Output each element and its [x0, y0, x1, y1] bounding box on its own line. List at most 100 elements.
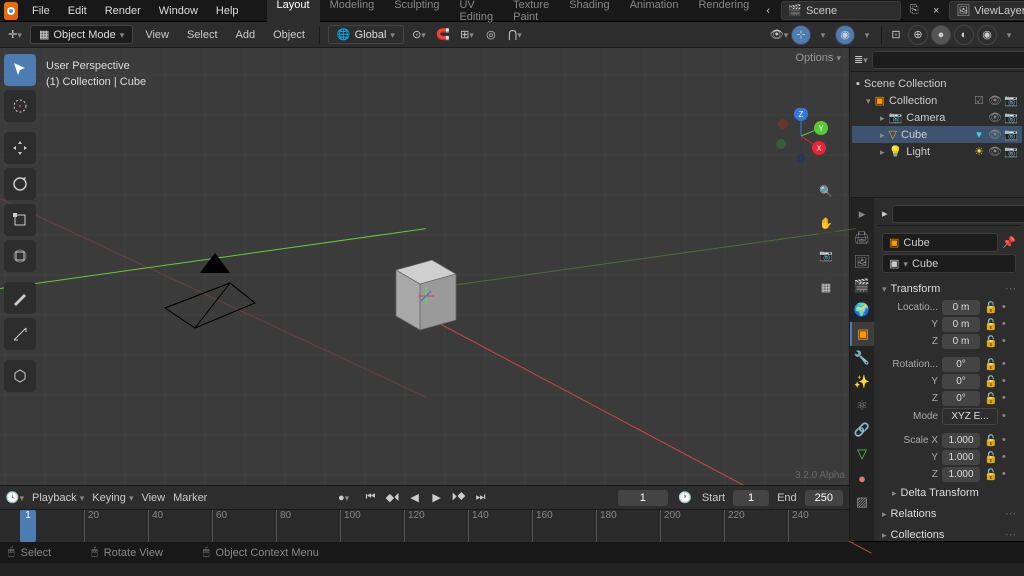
render-icon[interactable]: 📷 — [1004, 128, 1018, 141]
ptab-data[interactable]: ▽ — [850, 442, 874, 466]
tab-layout[interactable]: Layout — [267, 0, 320, 26]
clock-icon[interactable]: 🕐 — [676, 489, 694, 507]
expand-icon[interactable] — [880, 129, 885, 141]
ptab-material[interactable]: ● — [850, 466, 874, 490]
tool-measure[interactable] — [4, 318, 36, 350]
eye-icon[interactable]: 👁 — [988, 111, 1002, 124]
timeline-ruler[interactable]: 0204060801001201401601802002202401 — [0, 510, 849, 542]
lock-icon[interactable]: 🔓 — [984, 468, 998, 482]
gizmo-toggle[interactable]: ⊹ — [791, 25, 811, 45]
proportional-icon[interactable]: ◎ — [482, 26, 500, 44]
tl-playback[interactable]: Playback — [32, 492, 84, 504]
playhead[interactable]: 1 — [20, 510, 36, 542]
lock-icon[interactable]: 🔓 — [984, 335, 998, 349]
tool-transform[interactable] — [4, 240, 36, 272]
scale-y[interactable]: 1.000 — [942, 450, 980, 465]
shade-matprev-icon[interactable]: ◐ — [954, 25, 974, 45]
overlay-toggle[interactable]: ◉ — [835, 25, 855, 45]
jump-end-icon[interactable]: ⏭ — [471, 489, 491, 507]
ptab-constraints[interactable]: 🔗 — [850, 418, 874, 442]
render-icon[interactable]: 📷 — [1004, 145, 1018, 158]
hdr-select[interactable]: Select — [181, 26, 224, 44]
3d-viewport[interactable]: Options User Perspective (1) Collection … — [0, 48, 849, 541]
lock-icon[interactable]: 🔓 — [984, 358, 998, 372]
play-reverse-icon[interactable]: ◀ — [405, 489, 425, 507]
mode-selector[interactable]: ▦ Object Mode — [30, 25, 133, 44]
ptab-render[interactable]: ▸ — [850, 202, 874, 226]
lock-icon[interactable]: 🔓 — [984, 375, 998, 389]
outliner-collection[interactable]: ▣ Collection ☑👁📷 — [852, 92, 1022, 109]
hdr-view[interactable]: View — [139, 26, 175, 44]
rotation-mode[interactable]: XYZ E... — [942, 408, 998, 425]
shade-wire-icon[interactable]: ⊕ — [908, 25, 928, 45]
editor-type-icon[interactable]: ✛ — [6, 26, 24, 44]
lock-icon[interactable]: 🔓 — [984, 451, 998, 465]
jump-start-icon[interactable]: ⏮ — [361, 489, 381, 507]
scene-selector[interactable]: 🎬 Scene — [781, 1, 901, 20]
loc-y[interactable]: 0 m — [942, 317, 980, 332]
ptab-object[interactable]: ▣ — [850, 322, 874, 346]
lock-icon[interactable]: 🔓 — [984, 392, 998, 406]
snap-mode-icon[interactable]: ⊞ — [458, 26, 476, 44]
timeline-editor-icon[interactable]: 🕓 — [6, 489, 24, 507]
perspective-toggle-icon[interactable]: ▦ — [813, 274, 839, 300]
tool-cursor[interactable] — [4, 90, 36, 122]
ptab-particles[interactable]: ✨ — [850, 370, 874, 394]
outliner-item-light[interactable]: 💡 Light ☀👁📷 — [852, 143, 1022, 160]
tool-move[interactable] — [4, 132, 36, 164]
shade-solid-icon[interactable]: ● — [931, 25, 951, 45]
tab-texpaint[interactable]: Texture Paint — [503, 0, 559, 26]
rot-z[interactable]: 0° — [942, 391, 980, 406]
hdr-object[interactable]: Object — [267, 26, 311, 44]
tool-rotate[interactable] — [4, 168, 36, 200]
object-name-field[interactable]: ▣ Cube — [882, 233, 998, 252]
tool-annotate[interactable] — [4, 282, 36, 314]
rot-y[interactable]: 0° — [942, 374, 980, 389]
orientation-selector[interactable]: 🌐 Global — [328, 25, 404, 44]
collections-header[interactable]: Collections⋯ — [878, 524, 1020, 541]
viewlayer-selector[interactable]: 🖼 ViewLayer — [949, 1, 1024, 20]
props-search[interactable] — [892, 205, 1024, 223]
new-scene-icon[interactable]: ⎘ — [905, 2, 923, 20]
tl-view[interactable]: View — [141, 492, 165, 504]
eye-icon[interactable]: 👁 — [988, 94, 1002, 107]
render-icon[interactable]: 📷 — [1004, 94, 1018, 107]
lock-icon[interactable]: 🔓 — [984, 434, 998, 448]
camera-view-icon[interactable]: 📷 — [813, 242, 839, 268]
light-data-icon[interactable]: ☀ — [972, 145, 986, 158]
tab-rendering[interactable]: Rendering — [688, 0, 759, 26]
xray-icon[interactable]: ⊡ — [887, 26, 905, 44]
tool-select[interactable] — [4, 54, 36, 86]
visibility-icon[interactable]: 👁 — [770, 26, 788, 44]
end-frame[interactable]: 250 — [805, 490, 843, 506]
hdr-add[interactable]: Add — [230, 26, 262, 44]
expand-icon[interactable] — [880, 146, 885, 158]
snap-icon[interactable]: 🧲 — [434, 26, 452, 44]
menu-window[interactable]: Window — [151, 2, 206, 20]
tl-keying[interactable]: Keying — [92, 492, 133, 504]
outliner-item-camera[interactable]: 📷 Camera 👁📷 — [852, 109, 1022, 126]
tab-uv[interactable]: UV Editing — [449, 0, 503, 26]
camera-object[interactable] — [160, 243, 270, 333]
blender-logo-icon[interactable] — [4, 2, 18, 20]
zoom-icon[interactable]: 🔍 — [813, 178, 839, 204]
transform-header[interactable]: Transform⋯ — [878, 278, 1020, 299]
tool-add-cube[interactable] — [4, 360, 36, 392]
tab-sculpting[interactable]: Sculpting — [384, 0, 449, 26]
relations-header[interactable]: Relations⋯ — [878, 503, 1020, 524]
scale-x[interactable]: 1.000 — [942, 433, 980, 448]
ptab-viewlayer[interactable]: 🖼 — [850, 250, 874, 274]
tool-scale[interactable] — [4, 204, 36, 236]
axis-gizmo[interactable]: X Y Z — [773, 108, 829, 164]
tl-marker[interactable]: Marker — [173, 492, 207, 504]
expand-icon[interactable] — [866, 95, 871, 107]
loc-z[interactable]: 0 m — [942, 334, 980, 349]
tab-animation[interactable]: Animation — [620, 0, 689, 26]
eye-icon[interactable]: 👁 — [988, 145, 1002, 158]
checkbox-icon[interactable]: ☑ — [972, 94, 986, 107]
lock-icon[interactable]: 🔓 — [984, 318, 998, 332]
shade-render-icon[interactable]: ◉ — [977, 25, 997, 45]
keyframe-prev-icon[interactable]: ◆⏴ — [383, 489, 403, 507]
ptab-output[interactable]: 🖨 — [850, 226, 874, 250]
cube-object[interactable] — [380, 248, 470, 338]
